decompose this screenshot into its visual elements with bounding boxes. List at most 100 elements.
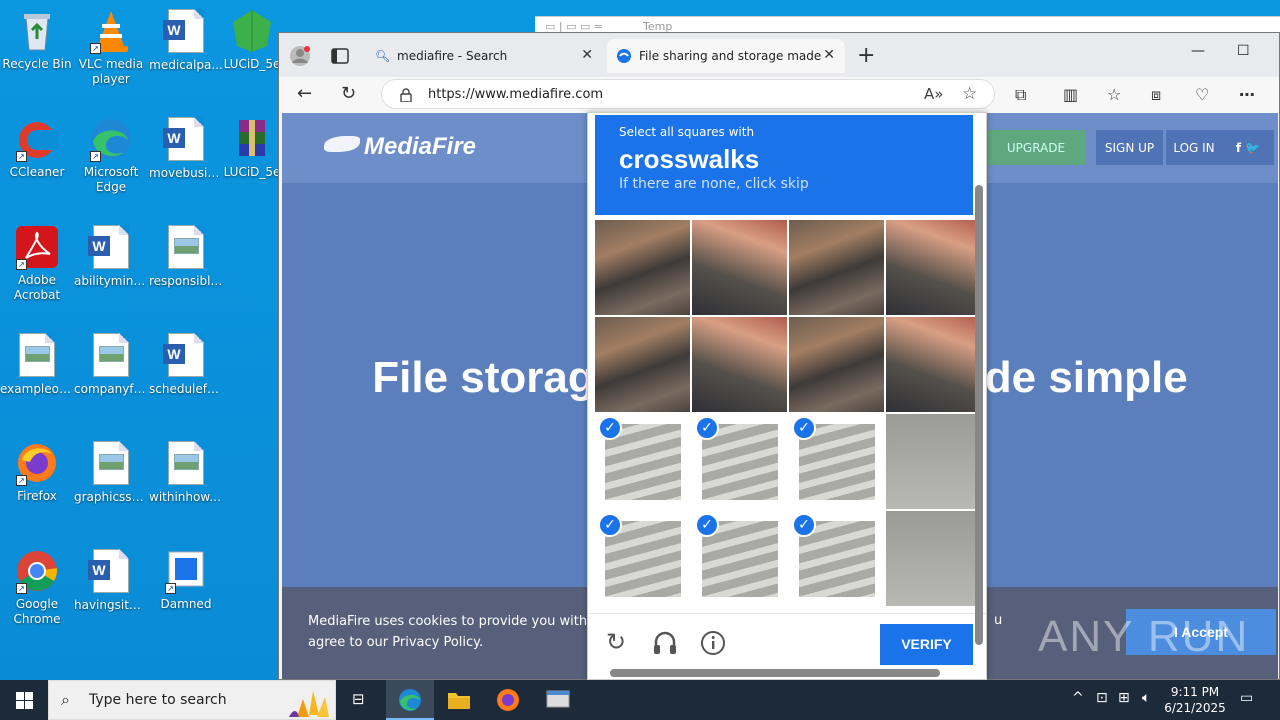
anyrun-watermark: ANY RUN <box>1038 612 1250 661</box>
desktop-icon-havingsite[interactable]: W havingsite.rtf <box>74 548 148 613</box>
notifications-icon[interactable]: ▭ <box>1240 690 1253 706</box>
captcha-tile[interactable] <box>789 317 884 412</box>
captcha-tile[interactable]: ✓ <box>789 414 884 509</box>
desktop-icon-acrobat[interactable]: ↗ Adobe Acrobat <box>0 224 74 303</box>
favorites-icon[interactable]: ☆ <box>1107 85 1121 104</box>
taskbar-search[interactable]: ⌕ Type here to search <box>48 680 336 720</box>
search-highlight-flowers-icon <box>289 691 329 717</box>
more-menu-icon[interactable]: ⋯ <box>1239 85 1255 104</box>
read-aloud-icon[interactable]: A» <box>924 85 943 103</box>
desktop-icon-graphicssel[interactable]: graphicssel... <box>74 440 148 505</box>
minimize-button[interactable]: — <box>1191 43 1205 59</box>
clock[interactable]: 9:11 PM 6/21/2025 <box>1160 684 1230 716</box>
social-links[interactable]: f 🐦 <box>1222 130 1274 165</box>
desktop-icon-vlc[interactable]: ↗ VLC media player <box>74 8 148 87</box>
desktop-icon-movebusin[interactable]: W movebusin... <box>149 116 223 181</box>
captcha-tile[interactable] <box>886 220 981 315</box>
start-button[interactable] <box>0 680 48 720</box>
captcha-tile[interactable] <box>789 220 884 315</box>
browser-essentials-icon[interactable]: ♡ <box>1195 85 1209 104</box>
upgrade-button[interactable]: UPGRADE <box>986 130 1086 165</box>
taskbar-firefox[interactable] <box>484 680 532 720</box>
desktop-icon-edge[interactable]: ↗ Microsoft Edge <box>74 116 148 195</box>
url-text[interactable]: https://www.mediafire.com <box>428 87 603 102</box>
new-tab-icon[interactable]: + <box>857 43 875 68</box>
tab-actions-icon[interactable] <box>331 47 349 65</box>
desktop-icon-abilityminu[interactable]: W abilityminu... <box>74 224 148 289</box>
taskbar-file-explorer[interactable] <box>434 680 482 720</box>
desktop-icon-lucid-2[interactable]: LUCiD_5e <box>222 116 282 180</box>
captcha-tile[interactable]: ✓ <box>789 511 884 606</box>
desktop-icon-ccleaner[interactable]: ↗ CCleaner <box>0 116 74 180</box>
desktop-icon-medicalpa[interactable]: W medicalpa... <box>149 8 223 73</box>
desktop-icon-lucid-1[interactable]: LUCiD_5e <box>222 8 282 72</box>
verify-button[interactable]: VERIFY <box>880 624 973 665</box>
reload-icon[interactable]: ↻ <box>606 628 626 656</box>
upgrade-label: UPGRADE <box>1006 141 1066 155</box>
taskbar-app[interactable] <box>534 680 582 720</box>
desktop-icon-companyfa[interactable]: companyfa... <box>74 332 148 397</box>
search-placeholder: Type here to search <box>89 692 227 708</box>
captcha-tile[interactable]: ✓ <box>595 414 690 509</box>
login-button[interactable]: LOG IN <box>1166 130 1222 165</box>
tab-strip: 🔍︎ mediafire - Search ✕ File sharing and… <box>279 33 1279 77</box>
captcha-tile-image <box>886 220 981 315</box>
word-doc-icon: W <box>88 225 134 271</box>
audio-challenge-icon[interactable] <box>652 630 678 656</box>
address-bar[interactable]: https://www.mediafire.com A» ☆ <box>381 79 995 109</box>
captcha-tile[interactable] <box>595 317 690 412</box>
captcha-tile[interactable] <box>692 220 787 315</box>
favorite-star-icon[interactable]: ☆ <box>962 84 977 104</box>
image-file-icon <box>88 333 134 379</box>
clock-date: 6/21/2025 <box>1164 701 1226 715</box>
split-screen-icon[interactable]: ▥ <box>1063 85 1078 104</box>
tab-mediafire[interactable]: File sharing and storage made sir ✕ <box>607 39 845 73</box>
close-tab-icon[interactable]: ✕ <box>823 47 835 63</box>
captcha-tile[interactable] <box>886 317 981 412</box>
desktop-icon-responsible[interactable]: responsible... <box>149 224 223 289</box>
volume-icon[interactable]: 🔈︎ <box>1142 690 1150 706</box>
extensions-icon[interactable]: ⧉ <box>1015 85 1026 105</box>
lock-icon <box>400 88 412 102</box>
desktop-icon-withinhow[interactable]: withinhow.... <box>149 440 223 505</box>
captcha-tile[interactable]: ✓ <box>595 511 690 606</box>
selected-check-icon: ✓ <box>695 416 719 440</box>
signup-label: SIGN UP <box>1104 141 1155 155</box>
maximize-button[interactable]: ☐ <box>1237 43 1250 59</box>
task-view-button[interactable]: ⊟ <box>336 680 384 720</box>
captcha-horizontal-scrollbar[interactable] <box>610 669 940 677</box>
close-tab-icon[interactable]: ✕ <box>581 47 593 63</box>
desktop-icon-firefox[interactable]: ↗ Firefox <box>0 440 74 504</box>
word-doc-icon: W <box>163 333 209 379</box>
captcha-tile-image <box>886 511 981 606</box>
hero-left: File storag <box>372 353 595 402</box>
word-doc-icon: W <box>88 549 134 595</box>
captcha-tile[interactable] <box>692 317 787 412</box>
taskbar-edge[interactable] <box>386 680 434 720</box>
profile-icon[interactable] <box>289 45 311 67</box>
desktop-icon-chrome[interactable]: ↗ Google Chrome <box>0 548 74 627</box>
captcha-tile[interactable] <box>595 220 690 315</box>
desktop-icon-exampleonl[interactable]: exampleonl... <box>0 332 74 397</box>
info-icon[interactable] <box>700 630 726 656</box>
tray-overflow-icon[interactable]: ^ <box>1072 690 1084 706</box>
captcha-tile[interactable] <box>886 511 981 606</box>
desktop-icon-schedulefa[interactable]: W schedulefa... <box>149 332 223 397</box>
scroll-thumb[interactable] <box>975 185 983 645</box>
mediafire-logo[interactable]: MediaFire <box>324 133 476 161</box>
captcha-scrollbar[interactable] <box>974 115 984 665</box>
network-icon[interactable]: ⊞ <box>1118 690 1130 706</box>
desktop-icon-recycle-bin[interactable]: Recycle Bin <box>0 8 74 72</box>
captcha-tile[interactable]: ✓ <box>692 414 787 509</box>
captcha-tile[interactable]: ✓ <box>692 511 787 606</box>
back-icon[interactable]: ← <box>297 83 312 104</box>
captcha-tile[interactable] <box>886 414 981 509</box>
refresh-icon[interactable]: ↻ <box>341 83 356 104</box>
collections-icon[interactable]: ⧈ <box>1151 85 1161 105</box>
logo-text: MediaFire <box>364 133 477 160</box>
signup-button[interactable]: SIGN UP <box>1096 130 1163 165</box>
desktop-icon-damned[interactable]: ↗ Damned <box>149 548 223 612</box>
tab-mediafire-search[interactable]: 🔍︎ mediafire - Search ✕ <box>365 39 603 73</box>
tray-device-icon[interactable]: ⊡ <box>1096 690 1108 706</box>
app-window-icon <box>546 690 570 708</box>
